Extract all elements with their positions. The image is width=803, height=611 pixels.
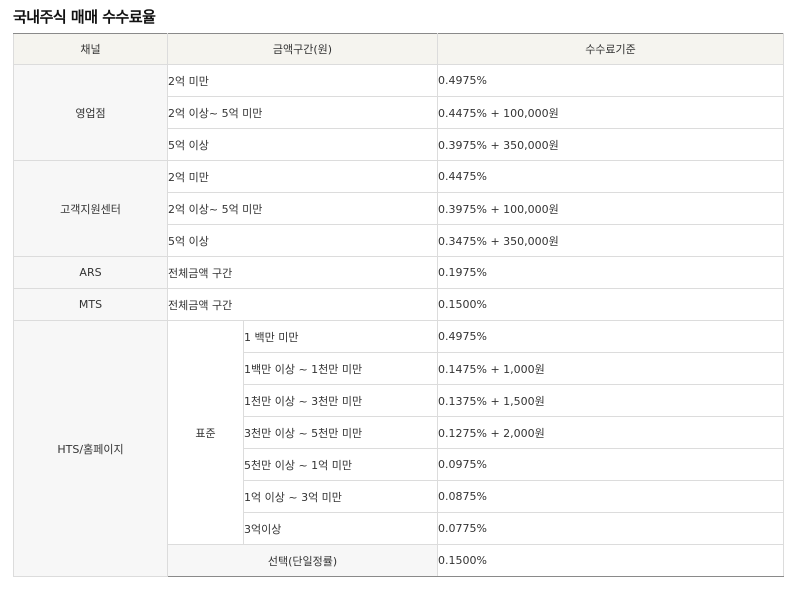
- fee-cell: 0.4475% + 100,000원: [437, 96, 784, 129]
- fee-cell: 0.3475% + 350,000원: [437, 224, 784, 257]
- fee-cell: 0.1375% + 1,500원: [437, 384, 784, 417]
- range-cell: 1 백만 미만: [243, 320, 438, 353]
- range-cell: 5억 이상: [167, 128, 438, 161]
- channel-cell-branch: 영업점: [13, 64, 168, 161]
- table-row: ARS 전체금액 구간 0.1975%: [13, 256, 784, 289]
- range-cell: 5억 이상: [167, 224, 438, 257]
- fee-cell: 0.1975%: [437, 256, 784, 289]
- range-cell: 1천만 이상 ~ 3천만 미만: [243, 384, 438, 417]
- range-cell: 1백만 이상 ~ 1천만 미만: [243, 352, 438, 385]
- fee-cell: 0.3975% + 350,000원: [437, 128, 784, 161]
- range-cell: 전체금액 구간: [167, 256, 438, 289]
- header-amount-range: 금액구간(원): [167, 33, 438, 65]
- range-cell: 전체금액 구간: [167, 288, 438, 321]
- channel-cell-mts: MTS: [13, 288, 168, 321]
- header-channel: 채널: [13, 33, 168, 65]
- table-row: MTS 전체금액 구간 0.1500%: [13, 288, 784, 321]
- table-header-row: 채널 금액구간(원) 수수료기준: [13, 33, 784, 65]
- range-cell: 1억 이상 ~ 3억 미만: [243, 480, 438, 513]
- channel-cell-hts: HTS/홈페이지: [13, 320, 168, 577]
- page: 국내주식 매매 수수료율 채널 금액구간(원) 수수료기준 영업점 2억 미만 …: [0, 0, 803, 611]
- range-cell: 2억 이상~ 5억 미만: [167, 96, 438, 129]
- fee-cell: 0.4975%: [437, 64, 784, 97]
- range-cell: 3억이상: [243, 512, 438, 545]
- table-row: HTS/홈페이지 표준 1 백만 미만 0.4975%: [13, 320, 784, 577]
- channel-cell-ars: ARS: [13, 256, 168, 289]
- table-row: 고객지원센터 2억 미만 0.4475%: [13, 160, 784, 257]
- fee-cell: 0.1275% + 2,000원: [437, 416, 784, 449]
- table-row: 영업점 2억 미만 0.4975%: [13, 64, 784, 161]
- fee-cell: 0.0875%: [437, 480, 784, 513]
- fee-cell: 0.0975%: [437, 448, 784, 481]
- range-cell: 3천만 이상 ~ 5천만 미만: [243, 416, 438, 449]
- page-title: 국내주식 매매 수수료율: [13, 8, 156, 26]
- fee-cell: 0.4975%: [437, 320, 784, 353]
- range-cell: 2억 미만: [167, 160, 438, 193]
- standard-type-cell: 표준: [167, 320, 244, 545]
- fee-cell: 0.0775%: [437, 512, 784, 545]
- range-cell: 5천만 이상 ~ 1억 미만: [243, 448, 438, 481]
- fee-cell: 0.1475% + 1,000원: [437, 352, 784, 385]
- header-fee-basis: 수수료기준: [437, 33, 784, 65]
- fee-cell: 0.1500%: [437, 288, 784, 321]
- fee-cell: 0.4475%: [437, 160, 784, 193]
- fee-cell: 0.3975% + 100,000원: [437, 192, 784, 225]
- range-cell: 2억 미만: [167, 64, 438, 97]
- fee-cell: 0.1500%: [437, 544, 784, 577]
- range-cell: 2억 이상~ 5억 미만: [167, 192, 438, 225]
- select-flat-rate-cell: 선택(단일정률): [167, 544, 438, 577]
- fee-table: 채널 금액구간(원) 수수료기준 영업점 2억 미만 0.4975% 2억 이상…: [13, 33, 784, 577]
- channel-cell-support-center: 고객지원센터: [13, 160, 168, 257]
